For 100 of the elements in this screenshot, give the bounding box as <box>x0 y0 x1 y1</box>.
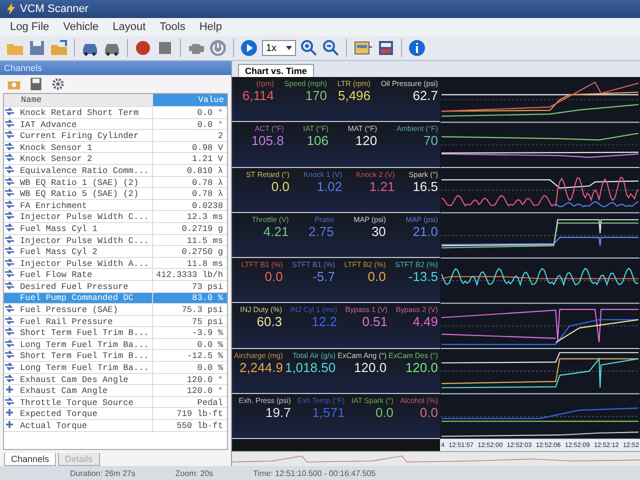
zoom-in-icon[interactable] <box>300 39 318 57</box>
tab[interactable]: Chart vs. Time <box>238 64 314 77</box>
gauge-value: 1,018.50 <box>284 360 336 374</box>
channel-row[interactable]: Injector Pulse Width C... 12.3 ms <box>4 211 227 223</box>
gauge-value: 2,244.9 <box>240 360 283 374</box>
stop-icon[interactable] <box>156 39 174 57</box>
gauge-value: -13.5 <box>408 269 438 284</box>
gauge-value: 12.2 <box>312 314 338 330</box>
gauge-value: 60.3 <box>256 314 282 330</box>
status-text: Zoom: 20s <box>175 468 214 478</box>
tab[interactable]: Channels <box>4 453 56 466</box>
arrows-icon <box>4 164 15 174</box>
arrows-icon <box>4 153 15 162</box>
arrows-icon <box>4 118 15 128</box>
gauge-value: 16.5 <box>412 178 438 194</box>
arrows-icon <box>4 327 15 336</box>
channel-row[interactable]: Knock Retard Short Term 0.0 ° <box>4 107 227 119</box>
arrows-icon <box>4 280 15 290</box>
menu-item[interactable]: Layout <box>112 21 146 33</box>
arrows-icon <box>4 222 15 232</box>
gauge-value: 2.75 <box>308 224 334 239</box>
zoom-out-icon[interactable] <box>322 39 340 57</box>
channel-row[interactable]: WB EQ Ratio 1 (SAE) (2) 0.78 λ <box>4 176 227 188</box>
gauge-value: -5.7 <box>312 269 335 284</box>
app-logo-icon <box>6 3 16 15</box>
gauge-value: 1.02 <box>316 178 342 194</box>
channel-row[interactable]: Fuel Mass Cyl 1 0.2719 g <box>4 222 227 235</box>
gauge-value: 30 <box>371 224 386 239</box>
channel-row[interactable]: Fuel Rail Pressure 75 psi <box>4 316 227 328</box>
gauge-value: 62.7 <box>412 88 438 103</box>
channel-row[interactable]: Expected Torque 719 lb·ft <box>4 408 227 420</box>
layout-icon[interactable] <box>353 39 373 57</box>
gauge-value: 70 <box>424 133 438 148</box>
arrows-icon <box>4 258 15 267</box>
save-icon[interactable] <box>28 76 44 92</box>
channel-row[interactable]: Short Term Fuel Trim B... -12.5 % <box>4 350 227 362</box>
arrows-icon <box>4 304 15 314</box>
channel-row[interactable]: Throttle Torque Source Pedal <box>4 396 227 408</box>
folder-export-icon[interactable] <box>50 39 68 57</box>
channel-row[interactable]: Knock Sensor 2 1.21 V <box>4 153 227 165</box>
arrows-icon <box>4 142 15 151</box>
gauge-value: 0.0 <box>375 404 394 420</box>
menu-item[interactable]: Help <box>199 21 222 33</box>
gauge-value: 120.0 <box>354 360 387 374</box>
channel-row[interactable]: IAT Advance 0.0 ° <box>4 118 227 130</box>
gear-icon[interactable] <box>50 76 66 92</box>
gauge-value: 6,114 <box>242 88 274 103</box>
save-layout-icon[interactable] <box>377 39 395 57</box>
arrows-icon <box>4 362 15 372</box>
column-header[interactable]: Name <box>18 94 153 106</box>
gauge-value: 0.0 <box>264 269 283 284</box>
gauge-value: 105.8 <box>251 133 284 148</box>
channel-row[interactable]: Long Term Fuel Trim Ba... 0.0 % <box>4 338 227 350</box>
arrows-icon <box>4 130 15 140</box>
channel-row[interactable]: Current Firing Cylinder 2 <box>4 130 227 142</box>
arrows-icon <box>4 269 15 278</box>
channel-row[interactable]: Equivalence Ratio Comm... 0.810 λ <box>4 164 227 177</box>
window-title: VCM Scanner <box>20 3 88 15</box>
gauge-value: 5,496 <box>338 88 371 103</box>
panel-title: Channels <box>4 63 42 73</box>
gauge-value: 106 <box>306 133 328 148</box>
gauge-value: 1,571 <box>312 404 345 420</box>
caret-icon <box>286 46 292 50</box>
gauge-value: 4.49 <box>412 314 438 330</box>
channel-row[interactable]: Fuel Flow Rate 412.3333 lb/h <box>4 269 227 281</box>
arrows-icon <box>4 316 15 325</box>
arrows-icon <box>4 200 15 209</box>
menu-item[interactable]: Vehicle <box>63 21 99 33</box>
gauge-value: 0.0 <box>271 178 290 194</box>
record-icon[interactable] <box>134 39 152 57</box>
power-icon[interactable] <box>209 39 227 57</box>
status-text: Time: 12:51:10.500 - 00:16:47.505 <box>253 468 376 478</box>
channel-row[interactable]: FA Enrichment 0.0238 <box>4 200 227 212</box>
save-icon[interactable] <box>28 39 46 57</box>
channel-row[interactable]: Actual Torque 550 lb·ft <box>4 420 227 432</box>
plus-icon <box>4 385 15 394</box>
arrows-icon <box>4 176 15 186</box>
channel-row[interactable]: Fuel Mass Cyl 2 0.2750 g <box>4 246 227 258</box>
channel-row[interactable]: Injector Pulse Width A... 11.8 ms <box>4 258 227 270</box>
channel-row[interactable]: Short Term Fuel Trim B... -3.9 % <box>4 327 227 339</box>
play-icon[interactable] <box>240 39 258 57</box>
channel-row[interactable]: Long Term Fuel Trim Ba... 0.0 % <box>4 362 227 374</box>
arrows-icon <box>4 246 15 256</box>
gauge-value: 120 <box>355 133 378 148</box>
arrows-icon <box>4 107 15 116</box>
menu-item[interactable]: Tools <box>160 21 186 33</box>
playback-speed-dropdown[interactable]: 1x <box>262 40 296 56</box>
menu-item[interactable]: Log File <box>10 21 50 33</box>
gauge-value: 0.51 <box>362 314 388 330</box>
plus-icon <box>4 408 15 418</box>
channel-row[interactable]: Fuel Pressure (SAE) 75.3 psi <box>4 304 227 316</box>
info-icon[interactable] <box>408 39 426 57</box>
channel-row[interactable]: Exhaust Cam Des Angle 120.0 ° <box>4 374 227 386</box>
plus-icon <box>4 420 15 430</box>
channel-row[interactable]: Injector Pulse Width C... 11.5 ms <box>4 234 227 246</box>
channel-row[interactable]: Exhaust Cam Angle 120.0 ° <box>4 385 227 397</box>
channel-row[interactable]: WB EQ Ratio 5 (SAE) (2) 0.78 λ <box>4 188 227 200</box>
arrows-icon <box>4 338 15 348</box>
channel-row[interactable]: Knock Sensor 1 0.98 V <box>4 142 227 154</box>
gauge-value: 1.21 <box>369 178 395 194</box>
